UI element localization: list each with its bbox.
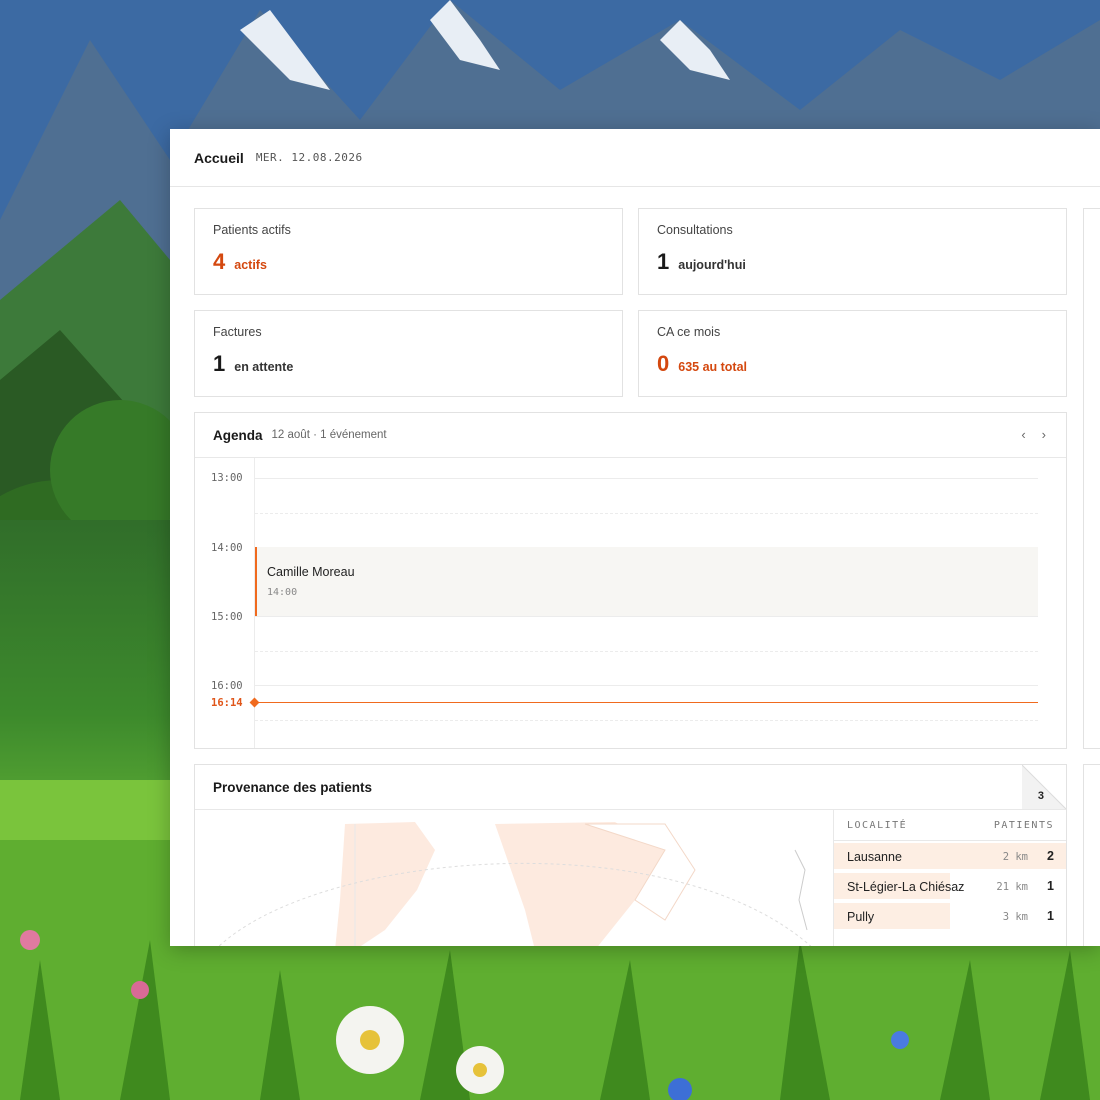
locality-distance: 2 km xyxy=(1002,851,1028,863)
dashboard-window: Accueil MER. 12.08.2026 Patients actifs … xyxy=(170,129,1100,946)
stat-unit: aujourd'hui xyxy=(678,258,746,272)
half-hour-line xyxy=(255,720,1038,721)
stat-value: 1 en attente xyxy=(213,351,293,377)
locality-table: LOCALITÉ PATIENTS Lausanne 2 km 2 St-Lég… xyxy=(833,810,1066,946)
locality-distance: 21 km xyxy=(996,881,1028,893)
half-hour-line xyxy=(255,651,1038,652)
column-header-patients: PATIENTS xyxy=(993,820,1054,831)
locality-count: 1 xyxy=(1047,909,1054,923)
current-time-label: 16:14 xyxy=(211,697,243,709)
current-time-marker-icon xyxy=(249,697,260,708)
locality-distance: 3 km xyxy=(1002,911,1028,923)
right-panel-edge xyxy=(1083,764,1100,946)
locality-name: Lausanne xyxy=(847,850,902,864)
provenance-title: Provenance des patients xyxy=(213,779,373,795)
stat-unit: en attente xyxy=(234,360,294,374)
page-title: Accueil xyxy=(194,149,244,166)
event-patient-name: Camille Moreau xyxy=(267,565,355,579)
stat-number: 4 xyxy=(213,249,226,274)
stat-unit: actifs xyxy=(234,258,267,272)
agenda-nav: ‹ › xyxy=(1021,427,1046,442)
agenda-subtitle: 12 août · 1 événement xyxy=(271,429,387,441)
stat-card-revenue[interactable]: CA ce mois 0 635 au total xyxy=(638,310,1067,397)
table-row[interactable]: Lausanne 2 km 2 xyxy=(834,841,1066,871)
provenance-panel: Provenance des patients 3 LOCALITÉ PATIE… xyxy=(194,764,1067,946)
locality-table-header: LOCALITÉ PATIENTS xyxy=(834,810,1066,841)
next-day-button[interactable]: › xyxy=(1042,427,1046,442)
locality-count: 2 xyxy=(1047,849,1054,863)
half-hour-line xyxy=(255,513,1038,514)
locality-count: 1 xyxy=(1047,879,1054,893)
hour-label: 15:00 xyxy=(211,611,243,623)
hour-label: 14:00 xyxy=(211,542,243,554)
stat-value: 4 actifs xyxy=(213,249,267,275)
agenda-header: Agenda 12 août · 1 événement ‹ › xyxy=(195,413,1066,458)
agenda-title: Agenda xyxy=(213,427,263,443)
stat-label: CA ce mois xyxy=(657,325,721,339)
stat-label: Factures xyxy=(213,325,262,339)
top-bar: Accueil MER. 12.08.2026 xyxy=(170,129,1100,187)
locality-name: St-Légier-La Chiésaz xyxy=(847,880,965,894)
agenda-timegrid[interactable]: 13:00 14:00 15:00 16:00 Camille Moreau 1… xyxy=(195,458,1066,748)
stat-label: Patients actifs xyxy=(213,223,291,237)
event-time: 14:00 xyxy=(267,587,298,598)
stat-value: 1 aujourd'hui xyxy=(657,249,746,275)
provenance-header: Provenance des patients xyxy=(195,765,1066,810)
hour-line xyxy=(255,478,1038,479)
right-panel-edge xyxy=(1083,208,1100,749)
current-date: MER. 12.08.2026 xyxy=(255,151,363,164)
hour-line xyxy=(255,616,1038,617)
previous-day-button[interactable]: ‹ xyxy=(1021,427,1025,442)
agenda-event[interactable]: Camille Moreau 14:00 xyxy=(255,547,1038,616)
patient-map[interactable] xyxy=(195,810,833,946)
stat-unit: 635 au total xyxy=(678,360,748,374)
stat-card-consultations[interactable]: Consultations 1 aujourd'hui xyxy=(638,208,1067,295)
stat-card-patients[interactable]: Patients actifs 4 actifs xyxy=(194,208,623,295)
hour-label: 16:00 xyxy=(211,680,243,692)
stat-label: Consultations xyxy=(657,223,733,237)
column-header-locality: LOCALITÉ xyxy=(847,820,908,831)
stat-number: 0 xyxy=(657,351,670,376)
stat-number: 1 xyxy=(213,351,226,376)
stat-number: 1 xyxy=(657,249,670,274)
stat-card-invoices[interactable]: Factures 1 en attente xyxy=(194,310,623,397)
agenda-panel: Agenda 12 août · 1 événement ‹ › 13:00 1… xyxy=(194,412,1067,749)
stat-value: 0 635 au total xyxy=(657,351,747,377)
provenance-count: 3 xyxy=(1037,790,1044,802)
table-row[interactable]: St-Légier-La Chiésaz 21 km 1 xyxy=(834,871,1066,901)
folded-corner-icon xyxy=(1022,765,1066,809)
table-row[interactable]: Pully 3 km 1 xyxy=(834,901,1066,931)
locality-name: Pully xyxy=(847,910,875,924)
hour-line xyxy=(255,685,1038,686)
hour-label: 13:00 xyxy=(211,472,243,484)
current-time-line xyxy=(255,702,1038,703)
